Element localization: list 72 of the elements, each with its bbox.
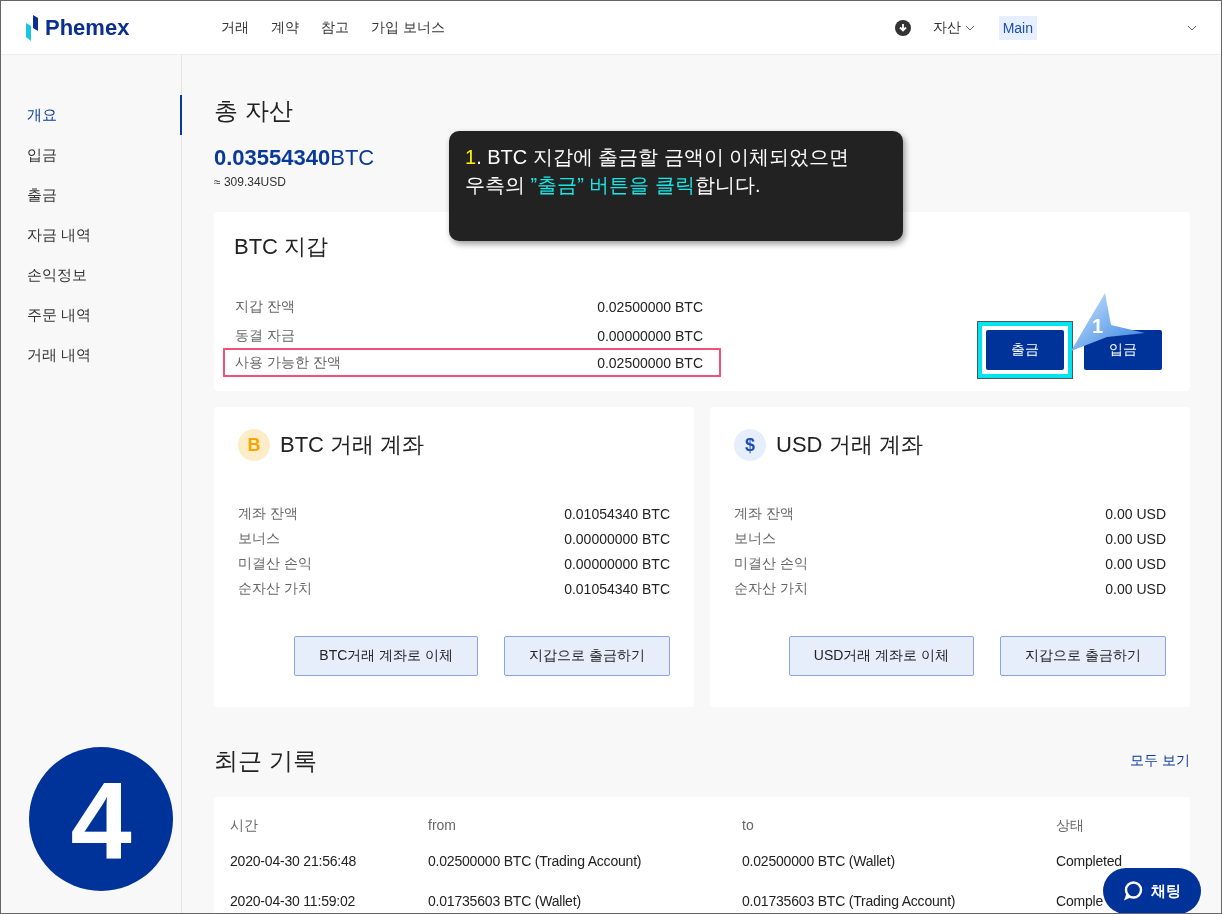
total-amount: 0.03554340BTC (214, 145, 375, 171)
usd-equivalent: ≈ 309.34USD (214, 175, 286, 189)
download-icon[interactable] (894, 19, 911, 36)
balance-label: 보너스 (238, 529, 280, 548)
transfer-button[interactable]: 지갑으로 출금하기 (504, 636, 670, 676)
table-cell: 0.01735603 BTC (Trading Account) (742, 893, 956, 909)
table-cell: 0.02500000 BTC (Wallet) (742, 853, 895, 869)
balance-label: 지갑 잔액 (235, 297, 295, 316)
balance-value: 0.02500000 BTC (597, 354, 703, 371)
wallet-button[interactable]: 출금 (986, 330, 1064, 370)
balance-value: 0.00000000 BTC (597, 327, 703, 344)
balance-value: 0.01054340 BTC (564, 505, 670, 522)
card-title: BTC 지갑 (234, 233, 330, 261)
chat-button[interactable]: 채팅 (1103, 868, 1201, 913)
transfer-button[interactable]: USD거래 계좌로 이체 (788, 636, 975, 676)
sidebar-item[interactable]: 거래 내역 (1, 335, 182, 375)
transfer-button[interactable]: 지갑으로 출금하기 (1000, 636, 1166, 676)
balance-value: 0.00 USD (1105, 530, 1166, 547)
callout-text: 1. BTC 지갑에 출금할 금액이 이체되었으면 (465, 145, 851, 170)
balance-value: 0.00000000 BTC (564, 530, 670, 547)
transfer-button[interactable]: BTC거래 계좌로 이체 (294, 636, 479, 676)
balance-value: 0.00 USD (1105, 505, 1166, 522)
logo-text[interactable]: Phemex (45, 14, 130, 41)
balance-label: 동결 자금 (235, 326, 295, 345)
step-badge: 4 (29, 747, 173, 891)
chevron-down-icon (964, 24, 975, 31)
card-title: BTC 거래 계좌 (280, 431, 425, 459)
table-cell: Completed (1056, 853, 1122, 869)
nav-link[interactable]: 거래 (221, 18, 250, 37)
balance-label: 사용 가능한 잔액 (235, 353, 341, 372)
logo-icon (25, 14, 41, 41)
table-cell: 0.01735603 BTC (Wallet) (428, 893, 581, 909)
sidebar-item[interactable]: 개요 (1, 95, 182, 135)
nav-link[interactable]: 가입 보너스 (371, 18, 446, 37)
column-header: to (742, 817, 754, 833)
sidebar-item[interactable]: 자금 내역 (1, 215, 182, 255)
callout-text: 우측의 ”출금” 버튼을 클릭합니다. (465, 173, 762, 198)
balance-value: 0.00 USD (1105, 555, 1166, 572)
view-all-link[interactable]: 모두 보기 (1130, 752, 1190, 770)
balance-label: 순자산 가치 (734, 579, 808, 598)
chat-icon (1123, 881, 1143, 901)
coin-icon: B (238, 429, 270, 461)
balance-label: 계좌 잔액 (238, 504, 298, 523)
assets-menu[interactable]: 자산 (932, 18, 975, 37)
card-title: USD 거래 계좌 (776, 431, 923, 459)
page-title: 총 자산 (214, 96, 294, 126)
coin-icon: $ (734, 429, 766, 461)
column-header: 시간 (230, 817, 258, 835)
balance-value: 0.00000000 BTC (564, 555, 670, 572)
column-header: from (428, 817, 456, 833)
nav-link[interactable]: 계약 (271, 18, 300, 37)
balance-value: 0.00 USD (1105, 580, 1166, 597)
balance-label: 계좌 잔액 (734, 504, 794, 523)
balance-label: 순자산 가치 (238, 579, 312, 598)
table-cell: Comple (1056, 893, 1104, 909)
chevron-down-icon[interactable] (1187, 24, 1197, 31)
sidebar-item[interactable]: 입금 (1, 135, 182, 175)
balance-label: 미결산 손익 (238, 554, 312, 573)
column-header: 상태 (1056, 817, 1084, 835)
sidebar-item[interactable]: 손익정보 (1, 255, 182, 295)
sidebar-item[interactable]: 주문 내역 (1, 295, 182, 335)
table-cell: 2020-04-30 11:59:02 (230, 893, 356, 909)
balance-label: 미결산 손익 (734, 554, 808, 573)
balance-value: 0.01054340 BTC (564, 580, 670, 597)
table-cell: 2020-04-30 21:56:48 (230, 853, 357, 869)
nav-link[interactable]: 참고 (321, 18, 350, 37)
table-cell: 0.02500000 BTC (Trading Account) (428, 853, 642, 869)
section-title: 최근 기록 (214, 746, 317, 776)
balance-value: 0.02500000 BTC (597, 298, 703, 315)
account-label[interactable]: Main (998, 15, 1037, 40)
sidebar-item[interactable]: 출금 (1, 175, 182, 215)
balance-label: 보너스 (734, 529, 776, 548)
